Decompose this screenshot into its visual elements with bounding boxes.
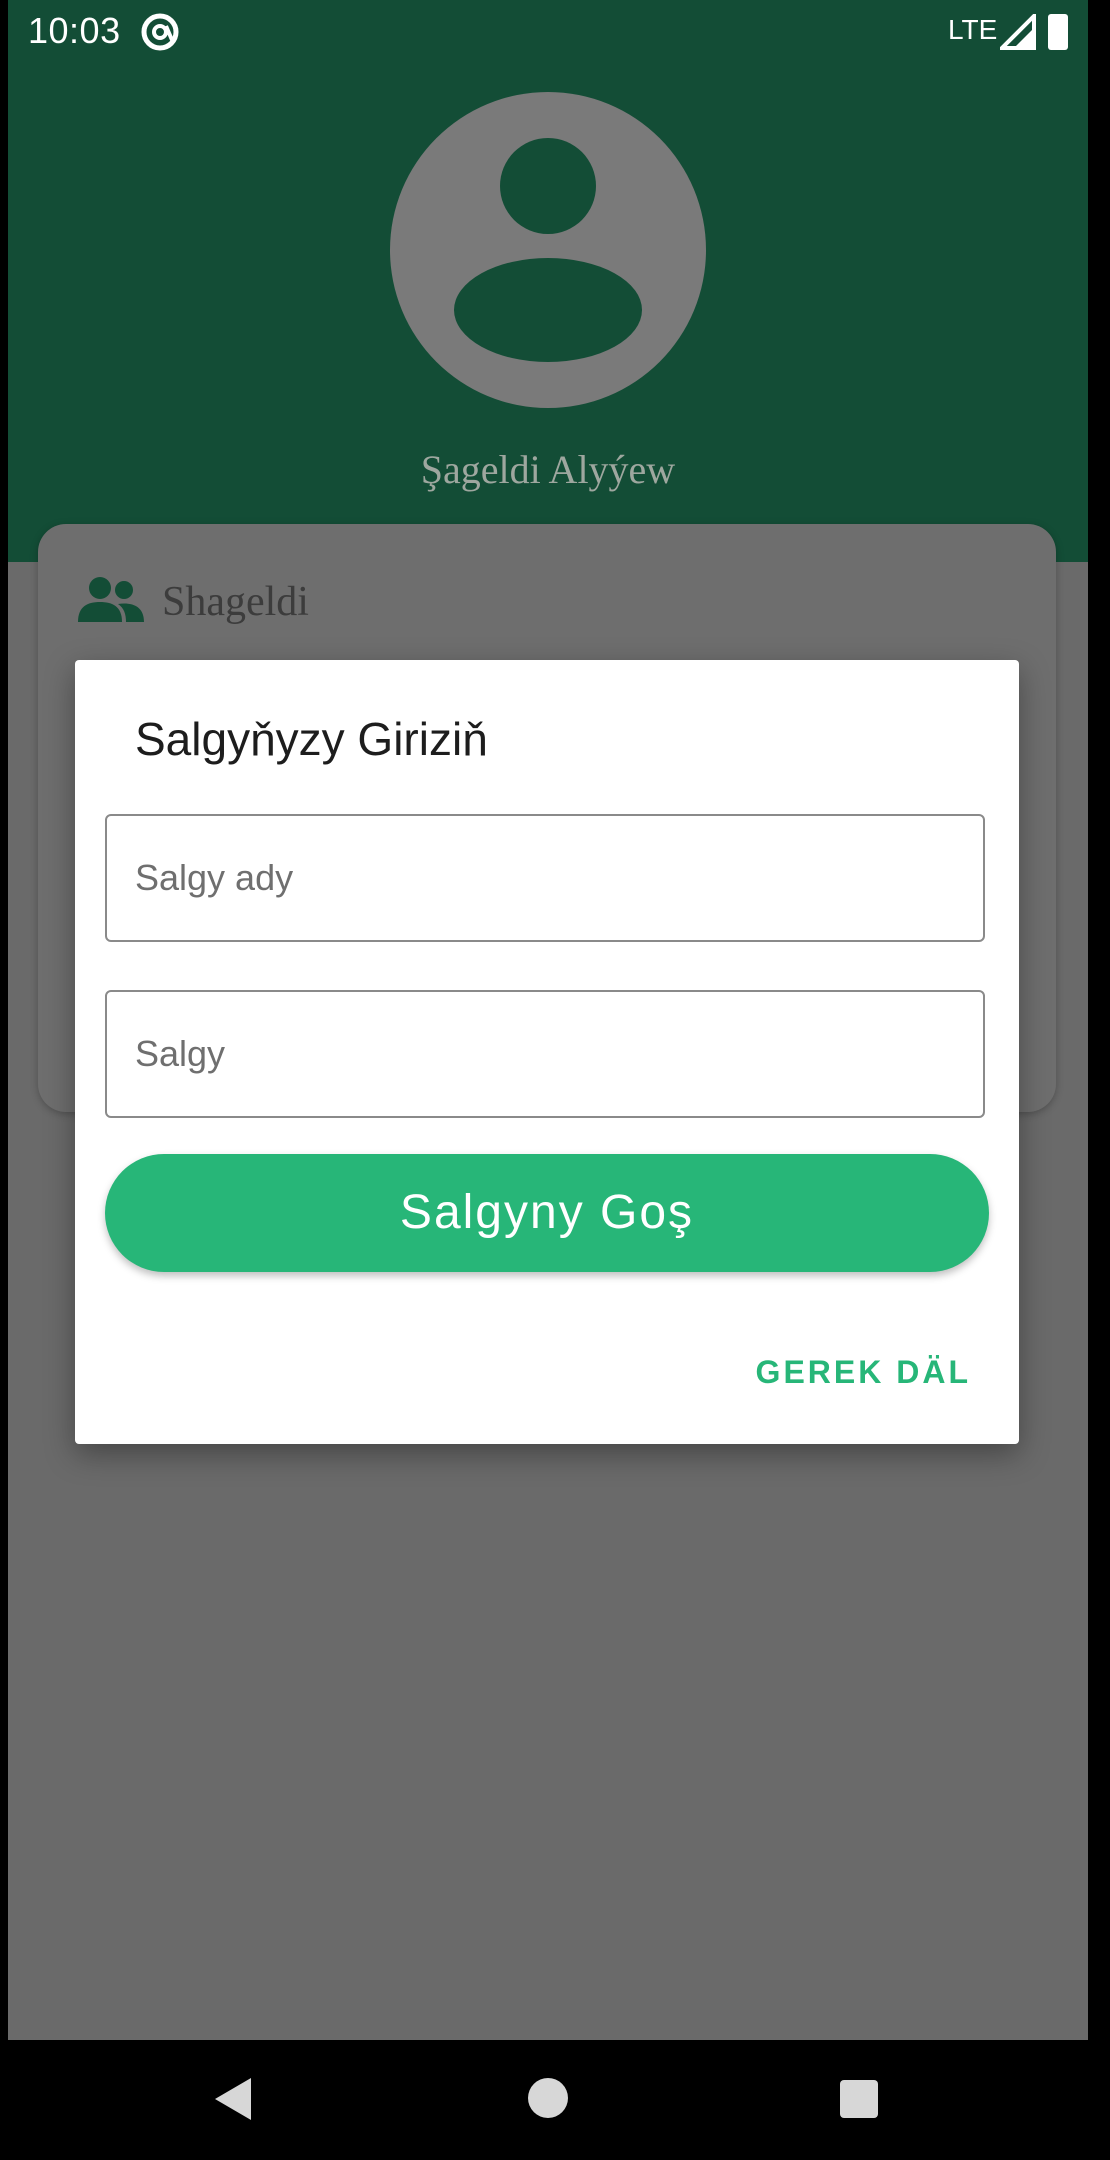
add-address-dialog: Salgyňyzy Giriziň Salgyny Goş GEREK DÄL bbox=[75, 660, 1019, 1444]
address-input[interactable] bbox=[107, 992, 983, 1116]
address-field[interactable] bbox=[105, 990, 985, 1118]
back-icon[interactable] bbox=[213, 2076, 253, 2122]
home-icon[interactable] bbox=[528, 2078, 568, 2118]
dismiss-button[interactable]: GEREK DÄL bbox=[756, 1354, 971, 1391]
address-name-field[interactable] bbox=[105, 814, 985, 942]
navigation-bar bbox=[0, 2040, 1110, 2160]
address-name-input[interactable] bbox=[107, 816, 983, 940]
dialog-title: Salgyňyzy Giriziň bbox=[135, 713, 488, 765]
add-address-button[interactable]: Salgyny Goş bbox=[105, 1154, 989, 1272]
recents-icon[interactable] bbox=[840, 2080, 878, 2118]
